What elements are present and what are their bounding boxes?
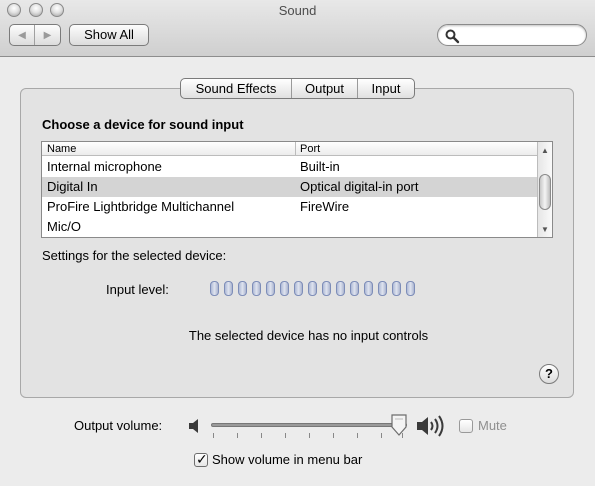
scroll-down-arrow-icon[interactable]: ▼: [541, 225, 549, 234]
scroll-thumb[interactable]: [539, 174, 551, 210]
device-port: Optical digital-in port: [300, 179, 419, 194]
window-title: Sound: [278, 3, 317, 18]
slider-tick: [309, 433, 310, 438]
show-volume-in-menu-bar-checkbox[interactable]: Show volume in menu bar: [194, 451, 363, 468]
search-field[interactable]: [437, 24, 587, 46]
settings-label: Settings for the selected device:: [42, 248, 227, 263]
output-volume-slider[interactable]: [211, 423, 407, 427]
input-level-segment: [280, 281, 289, 296]
table-row[interactable]: Internal microphone Built-in: [42, 157, 538, 177]
input-level-segment: [392, 281, 401, 296]
column-divider: [295, 142, 296, 156]
device-name: ProFire Lightbridge Multichannel: [47, 199, 235, 214]
help-button[interactable]: ?: [539, 364, 559, 384]
tab-sound-effects[interactable]: Sound Effects: [181, 79, 292, 98]
show-volume-checkbox-box[interactable]: [194, 451, 208, 468]
magnifier-icon: [445, 29, 460, 44]
output-volume-label: Output volume:: [74, 418, 163, 433]
scroll-up-arrow-icon[interactable]: ▲: [541, 146, 549, 155]
input-device-table[interactable]: Name Port Internal microphone Built-in D…: [41, 141, 553, 238]
tab-content-box: [20, 88, 574, 398]
input-level-segment: [406, 281, 415, 296]
table-row-selected[interactable]: Digital In Optical digital-in port: [42, 177, 538, 197]
input-level-segment: [266, 281, 275, 296]
input-level-label: Input level:: [106, 282, 169, 297]
slider-tick: [285, 433, 286, 438]
speaker-high-icon: [417, 415, 444, 437]
tab-output[interactable]: Output: [292, 79, 358, 98]
device-port: Built-in: [300, 159, 340, 174]
show-volume-label: Show volume in menu bar: [212, 452, 363, 467]
choose-device-heading: Choose a device for sound input: [42, 117, 244, 132]
input-level-segment: [378, 281, 387, 296]
search-input[interactable]: [462, 27, 580, 43]
sound-preferences-window: Sound ◀ ▶ Show All Sound Effects Output …: [0, 0, 595, 486]
mute-checkbox-box[interactable]: [459, 418, 473, 433]
slider-tick: [381, 433, 382, 438]
toolbar: Sound ◀ ▶ Show All: [0, 0, 595, 57]
back-forward-control: ◀ ▶: [9, 24, 61, 46]
slider-tick: [213, 433, 214, 438]
device-name: Mic/O: [47, 219, 81, 234]
slider-tick: [261, 433, 262, 438]
device-name: Digital In: [47, 179, 98, 194]
slider-tick: [237, 433, 238, 438]
device-port: FireWire: [300, 199, 350, 214]
table-header: Name Port: [42, 142, 538, 156]
show-all-button[interactable]: Show All: [69, 24, 149, 46]
tab-bar: Sound Effects Output Input: [180, 78, 415, 99]
no-input-controls-message: The selected device has no input control…: [188, 328, 429, 343]
forward-button[interactable]: ▶: [35, 25, 60, 45]
input-level-segment: [322, 281, 331, 296]
input-level-meter: [210, 281, 415, 296]
table-row[interactable]: ProFire Lightbridge Multichannel FireWir…: [42, 197, 538, 217]
tab-input[interactable]: Input: [358, 79, 414, 98]
back-button[interactable]: ◀: [10, 25, 35, 45]
mute-checkbox[interactable]: Mute: [459, 418, 507, 433]
input-level-segment: [252, 281, 261, 296]
speaker-low-icon: [189, 419, 198, 433]
input-level-segment: [224, 281, 233, 296]
input-level-segment: [294, 281, 303, 296]
input-level-segment: [238, 281, 247, 296]
device-name: Internal microphone: [47, 159, 162, 174]
vertical-scrollbar[interactable]: ▲ ▼: [537, 142, 552, 237]
slider-tick: [357, 433, 358, 438]
volume-slider-ticks: [213, 433, 403, 439]
volume-slider-knob[interactable]: [390, 414, 408, 436]
column-header-name[interactable]: Name: [47, 142, 76, 156]
slider-tick: [333, 433, 334, 438]
input-level-segment: [336, 281, 345, 296]
input-level-segment: [350, 281, 359, 296]
input-level-segment: [364, 281, 373, 296]
mute-label: Mute: [478, 418, 507, 433]
input-level-segment: [308, 281, 317, 296]
input-level-segment: [210, 281, 219, 296]
column-header-port[interactable]: Port: [300, 142, 320, 156]
table-row[interactable]: Mic/O: [42, 217, 538, 237]
